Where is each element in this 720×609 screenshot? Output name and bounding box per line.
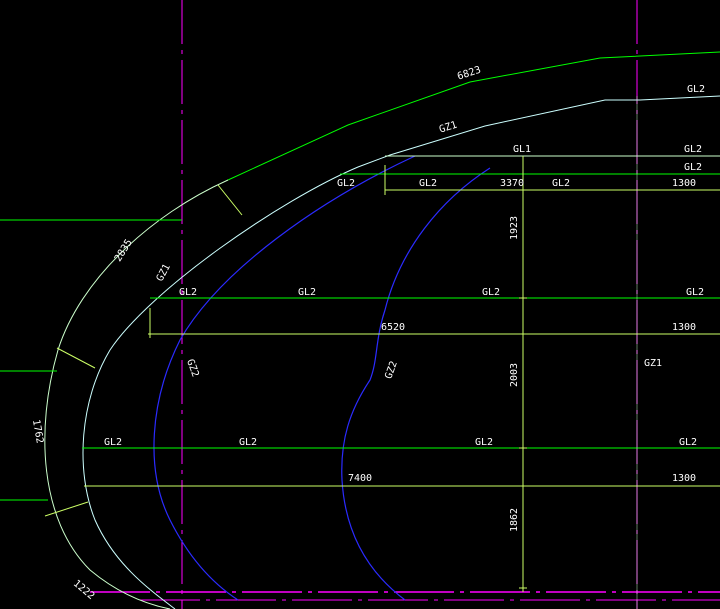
label-1862: 1862 — [509, 508, 520, 532]
outer-light-curve — [44, 179, 229, 609]
label-gl2-r3d: GL2 — [679, 437, 697, 448]
label-gz1-top: GZ1 — [438, 120, 459, 136]
inner-beam-curve — [82, 95, 720, 609]
label-gz1-right: GZ1 — [644, 358, 662, 369]
cad-drawing-canvas[interactable]: 6823 GZ1 GL1 GL2 GL2 GL2 GL2 GL2 3370 GL… — [0, 0, 720, 609]
label-gl2-r2d: GL2 — [686, 287, 704, 298]
label-6520: 6520 — [381, 322, 405, 333]
dim-tick-3 — [44, 501, 89, 517]
label-gl2-r1c: GL2 — [552, 178, 570, 189]
label-6823: 6823 — [456, 65, 482, 83]
label-gl2-r3c: GL2 — [475, 437, 493, 448]
label-gl2-r2b: GL2 — [298, 287, 316, 298]
label-gl2-r1a: GL2 — [337, 178, 355, 189]
label-gz1-left: GZ1 — [155, 262, 173, 283]
label-gl2-tr1: GL2 — [687, 84, 705, 95]
dim-tick-2 — [56, 347, 96, 369]
label-2003: 2003 — [509, 363, 520, 387]
gz2-curve-left — [153, 155, 416, 601]
label-1762: 1762 — [30, 419, 45, 445]
label-1300-2: 1300 — [672, 322, 696, 333]
label-gz2-b: GZ2 — [383, 360, 400, 381]
label-1300-3: 1300 — [672, 473, 696, 484]
label-gl2-r2a: GL2 — [179, 287, 197, 298]
label-gl2-r3b: GL2 — [239, 437, 257, 448]
label-gl2-tr3: GL2 — [684, 162, 702, 173]
label-1222: 1222 — [71, 578, 97, 602]
gz2-curve-right — [341, 167, 491, 601]
label-3370: 3370 — [500, 178, 524, 189]
label-gl2-r3a: GL2 — [104, 437, 122, 448]
label-gl2-tr2: GL2 — [684, 144, 702, 155]
cad-drawing: 6823 GZ1 GL1 GL2 GL2 GL2 GL2 GL2 3370 GL… — [0, 0, 720, 609]
dim-tick-1 — [217, 184, 243, 216]
label-7400: 7400 — [348, 473, 372, 484]
label-1300-1: 1300 — [672, 178, 696, 189]
label-gl1-top: GL1 — [513, 144, 531, 155]
label-2835: 2835 — [113, 238, 135, 264]
label-gz2-a: GZ2 — [184, 358, 201, 379]
label-gl2-r2c: GL2 — [482, 287, 500, 298]
label-1923: 1923 — [509, 216, 520, 240]
label-gl2-r1b: GL2 — [419, 178, 437, 189]
